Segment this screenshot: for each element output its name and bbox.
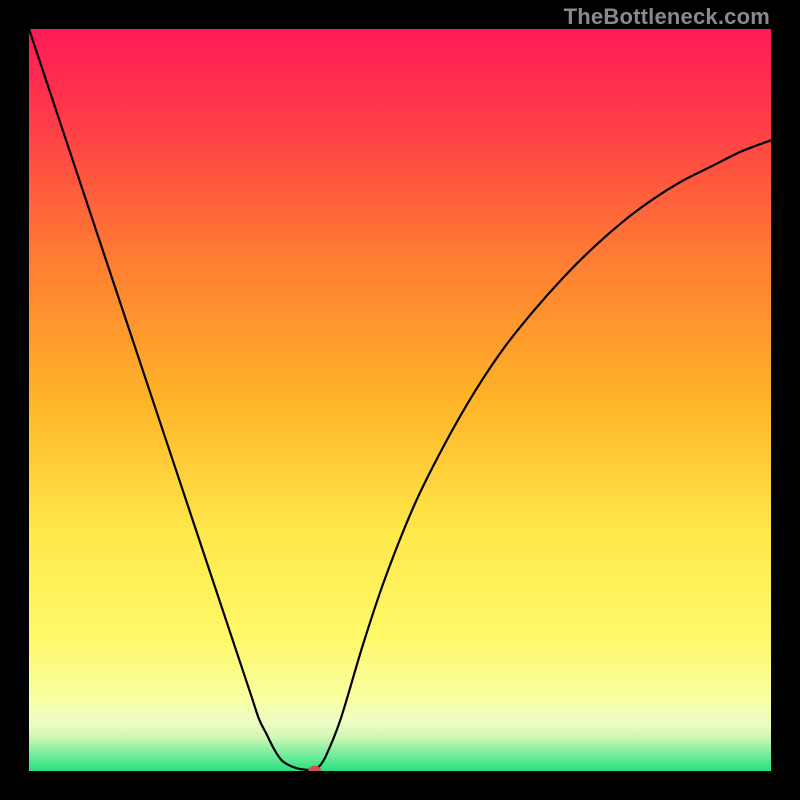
bottleneck-chart — [29, 29, 771, 771]
chart-frame — [29, 29, 771, 771]
watermark-text: TheBottleneck.com — [564, 4, 770, 30]
gradient-background — [29, 29, 771, 771]
